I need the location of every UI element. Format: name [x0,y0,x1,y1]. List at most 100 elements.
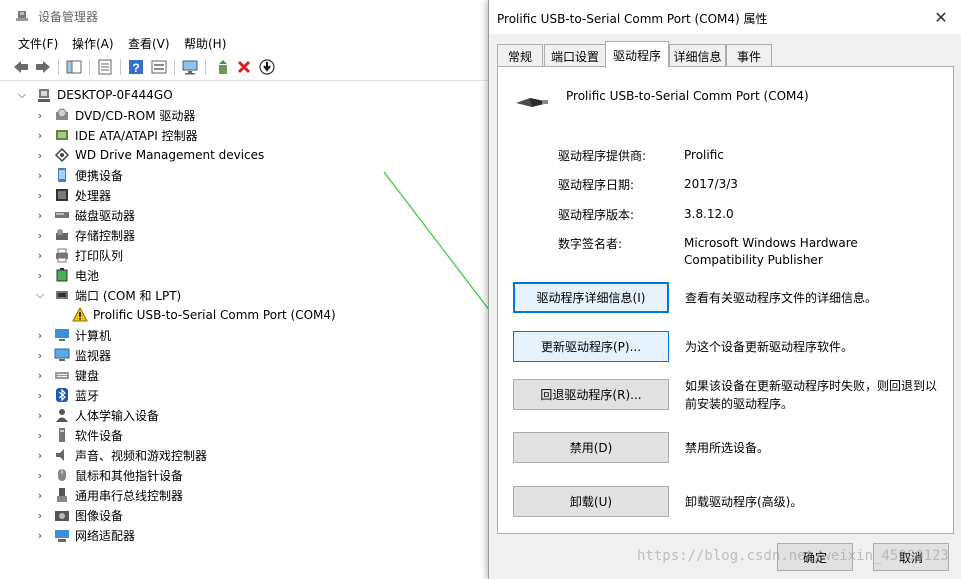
menu-help[interactable]: 帮助(H) [184,35,226,52]
portable-device-icon [54,167,70,183]
tree-item-label: 人体学输入设备 [75,408,160,423]
driver-details-button[interactable]: 驱动程序详细信息(I) [513,282,669,313]
roll-back-driver-button[interactable]: 回退驱动程序(R)... [513,379,669,410]
tab-details[interactable]: 详细信息 [669,44,726,67]
tree-category-item[interactable]: › 网络适配器 [34,525,135,545]
tree-category-item[interactable]: › IDE ATA/ATAPI 控制器 [34,125,198,145]
chevron-right-icon[interactable]: › [34,489,46,502]
menu-action[interactable]: 操作(A) [72,35,114,52]
serial-cable-icon [514,91,550,114]
close-icon[interactable]: ✕ [929,6,953,28]
help-icon[interactable]: ? [127,58,145,76]
download-icon[interactable] [258,58,276,76]
printer-icon [54,247,70,263]
tree-category-item[interactable]: › 计算机 [34,325,111,345]
usb-icon [54,487,70,503]
disable-desc: 禁用所选设备。 [685,441,770,455]
menu-view[interactable]: 查看(V) [128,35,170,52]
tree-category-item[interactable]: › 图像设备 [34,505,123,525]
tab-general[interactable]: 常规 [497,44,543,67]
menu-file[interactable]: 文件(F) [18,35,58,52]
tree-item-label: 网络适配器 [75,528,136,543]
processor-icon [54,187,70,203]
scan-hardware-icon[interactable] [181,58,199,76]
toolbar: ? [0,54,490,81]
computer-icon [54,327,70,343]
tree-category-item[interactable]: › 鼠标和其他指针设备 [34,465,183,485]
network-adapter-icon [54,527,70,543]
tree-item-label: 计算机 [75,328,112,343]
chevron-right-icon[interactable]: › [34,249,46,262]
chevron-right-icon[interactable]: › [34,349,46,362]
chevron-down-icon[interactable]: ⌵ [34,288,46,302]
tree-category-item[interactable]: › 电池 [34,265,99,285]
tree-root[interactable]: ⌵ DESKTOP-0F444GO [16,85,173,105]
window-title: 设备管理器 [38,10,99,24]
back-icon[interactable] [12,58,30,76]
chevron-right-icon[interactable]: › [34,449,46,462]
tab-port-settings[interactable]: 端口设置 [544,44,606,67]
tree-category-item[interactable]: › 监视器 [34,345,111,365]
warning-device-icon [72,306,88,323]
properties-icon[interactable] [96,58,114,76]
computer-root-icon [36,87,52,103]
tree-item-label: 端口 (COM 和 LPT) [75,288,182,303]
tree-item-label: 通用串行总线控制器 [75,488,184,503]
chevron-right-icon[interactable]: › [34,269,46,282]
wd-drive-icon [54,147,70,163]
chevron-right-icon[interactable]: › [34,129,46,142]
tree-category-item[interactable]: › 磁盘驱动器 [34,205,135,225]
tree-category-item[interactable]: › DVD/CD-ROM 驱动器 [34,105,195,125]
chevron-right-icon[interactable]: › [34,229,46,242]
tree-category-item[interactable]: › 键盘 [34,365,99,385]
chevron-right-icon[interactable]: › [34,169,46,182]
date-value: 2017/3/3 [684,177,738,191]
tree-category-item[interactable]: › 软件设备 [34,425,123,445]
tab-driver[interactable]: 驱动程序 [605,41,669,68]
tree-category-item[interactable]: › 处理器 [34,185,111,205]
tree-item-label: 打印队列 [75,248,124,263]
tree-category-item[interactable]: › 通用串行总线控制器 [34,485,183,505]
device-manager-icon [14,8,30,24]
tree-category-item[interactable]: › 人体学输入设备 [34,405,159,425]
update-driver-button[interactable]: 更新驱动程序(P)... [513,331,669,362]
chevron-right-icon[interactable]: › [34,429,46,442]
show-hide-tree-icon[interactable] [65,58,83,76]
tree-category-item[interactable]: › 存储控制器 [34,225,135,245]
tree-child-item[interactable]: Prolific USB-to-Serial Comm Port (COM4) [52,305,336,325]
port-icon [54,287,70,303]
uninstall-button[interactable]: 卸载(U) [513,486,669,517]
chevron-right-icon[interactable]: › [34,109,46,122]
uninstall-icon[interactable] [235,58,253,76]
view-window-icon[interactable] [150,58,168,76]
tree-category-item[interactable]: ⌵ 端口 (COM 和 LPT) [34,285,181,305]
hid-icon [54,407,70,423]
forward-icon[interactable] [34,58,52,76]
chevron-right-icon[interactable]: › [34,329,46,342]
update-driver-icon[interactable] [213,58,231,76]
chevron-right-icon[interactable]: › [34,189,46,202]
tab-events[interactable]: 事件 [726,44,772,67]
tree-category-item[interactable]: › 便携设备 [34,165,123,185]
tree-category-item[interactable]: › 蓝牙 [34,385,99,405]
sound-icon [54,447,70,463]
chevron-right-icon[interactable]: › [34,469,46,482]
tree-category-item[interactable]: › WD Drive Management devices [34,145,264,165]
tree-item-label: 声音、视频和游戏控制器 [75,448,208,463]
chevron-right-icon[interactable]: › [34,529,46,542]
chevron-right-icon[interactable]: › [34,409,46,422]
tree-category-item[interactable]: › 打印队列 [34,245,123,265]
provider-key: 驱动程序提供商: [558,149,647,163]
chevron-right-icon[interactable]: › [34,149,46,162]
chevron-right-icon[interactable]: › [34,389,46,402]
tree-item-label: 监视器 [75,348,112,363]
tree-item-label: 便携设备 [75,168,124,183]
chevron-right-icon[interactable]: › [34,209,46,222]
chevron-right-icon[interactable]: › [34,509,46,522]
chevron-down-icon[interactable]: ⌵ [16,88,28,102]
tree-category-item[interactable]: › 声音、视频和游戏控制器 [34,445,207,465]
disable-button[interactable]: 禁用(D) [513,432,669,463]
tree-root-label: DESKTOP-0F444GO [57,88,173,102]
chevron-right-icon[interactable]: › [34,369,46,382]
battery-icon [54,267,70,283]
